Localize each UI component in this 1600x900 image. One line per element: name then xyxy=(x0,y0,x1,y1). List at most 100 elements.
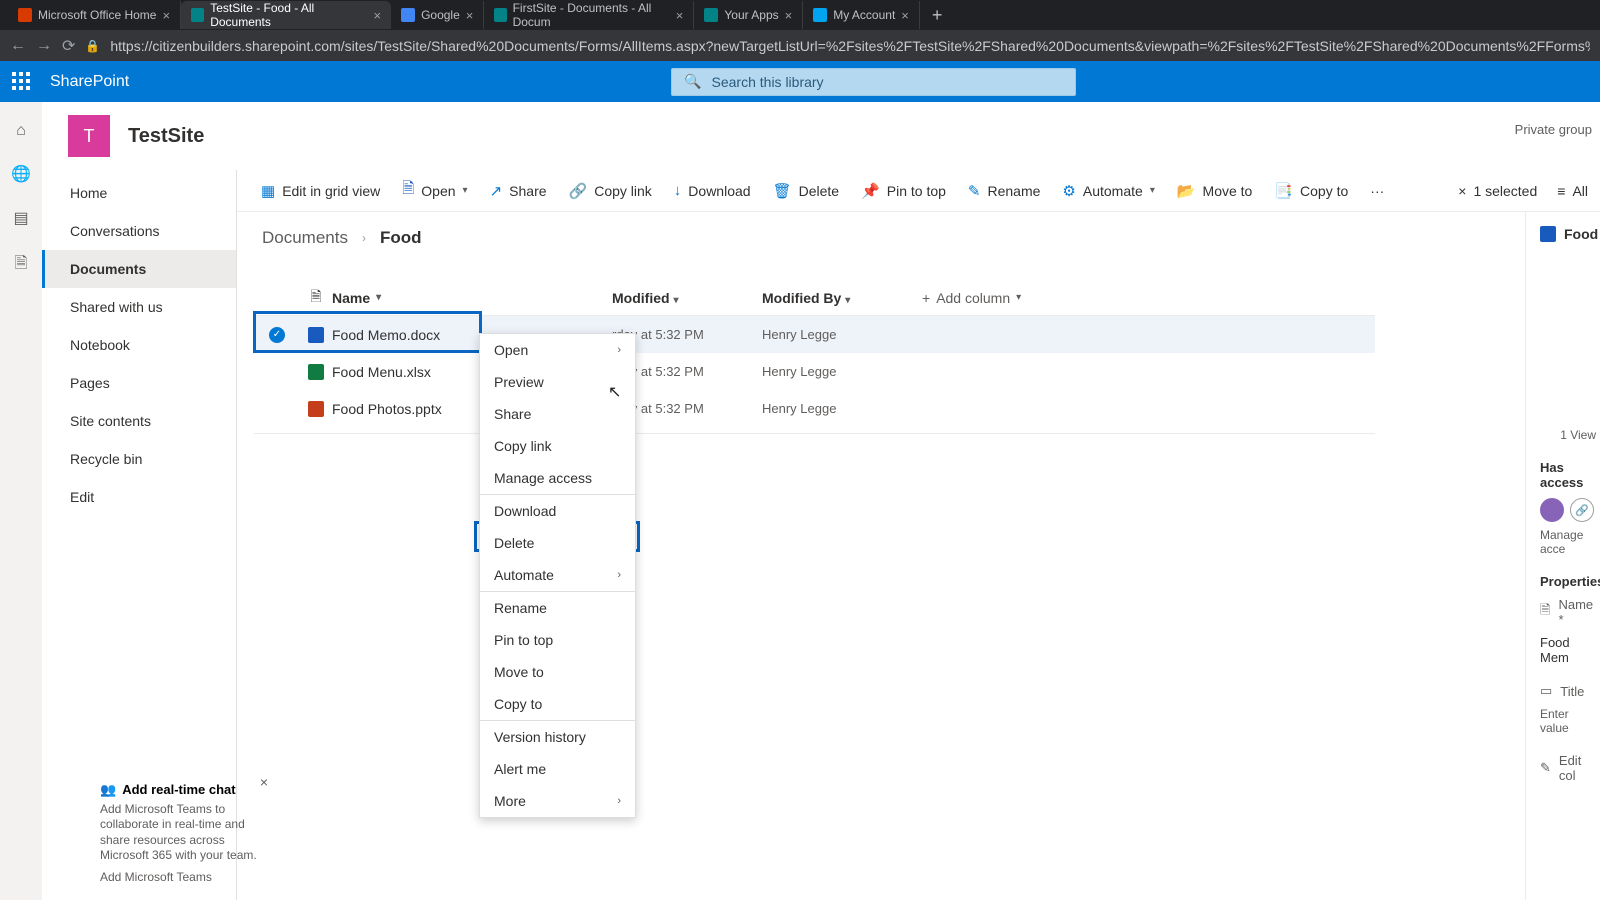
left-rail: ⌂ 🌐 ▤ 🗎 xyxy=(0,102,42,900)
ctx-copylink[interactable]: Copy link xyxy=(480,430,635,462)
view-all-button[interactable]: ≡ All xyxy=(1557,183,1588,199)
share-icon: ↗ xyxy=(490,182,503,200)
ctx-move[interactable]: Move to xyxy=(480,656,635,688)
table-row[interactable]: ✓ Food Memo.docx rday at 5:32 PM Henry L… xyxy=(254,316,1375,353)
ctx-version[interactable]: Version history xyxy=(480,721,635,753)
tab-office[interactable]: Microsoft Office Home × xyxy=(8,1,181,29)
more-button[interactable]: ··· xyxy=(1370,183,1384,199)
grid-icon: ▦ xyxy=(261,182,275,200)
ctx-pin[interactable]: Pin to top xyxy=(480,624,635,656)
search-input[interactable]: 🔍 Search this library xyxy=(671,68,1076,96)
table-row[interactable]: Food Photos.pptx rday at 5:32 PM Henry L… xyxy=(254,390,1375,427)
search-placeholder: Search this library xyxy=(712,74,824,90)
ctx-open[interactable]: Open› xyxy=(480,334,635,366)
nav-sitecontents[interactable]: Site contents xyxy=(42,402,236,440)
automate-button[interactable]: ⚙Automate ▾ xyxy=(1062,182,1154,200)
chevron-right-icon: › xyxy=(617,795,621,807)
tab-label: Microsoft Office Home xyxy=(38,8,156,22)
news-icon[interactable]: ▤ xyxy=(13,208,28,228)
ctx-rename[interactable]: Rename xyxy=(480,592,635,624)
manage-access-link[interactable]: Manage acce xyxy=(1540,528,1600,556)
close-icon[interactable]: × xyxy=(1458,183,1466,199)
col-modified[interactable]: Modified ▾ xyxy=(612,290,762,306)
add-teams-link[interactable]: Add Microsoft Teams xyxy=(100,870,212,884)
site-title[interactable]: TestSite xyxy=(128,125,204,148)
ctx-automate[interactable]: Automate› xyxy=(480,559,635,591)
ctx-preview[interactable]: Preview xyxy=(480,366,635,398)
pin-button[interactable]: 📌Pin to top xyxy=(861,182,946,200)
move-to-button[interactable]: 📂Move to xyxy=(1177,182,1253,200)
nav-conversations[interactable]: Conversations xyxy=(42,212,236,250)
nav-pages[interactable]: Pages xyxy=(42,364,236,402)
ctx-more[interactable]: More› xyxy=(480,785,635,817)
plus-icon: + xyxy=(922,290,930,306)
app-launcher-icon[interactable] xyxy=(12,72,32,92)
tab-myaccount[interactable]: My Account× xyxy=(803,1,920,29)
close-icon[interactable]: × xyxy=(901,8,909,23)
nav-notebook[interactable]: Notebook xyxy=(42,326,236,364)
site-logo[interactable]: T xyxy=(68,115,110,157)
reload-icon[interactable]: ⟳ xyxy=(62,36,75,56)
open-button[interactable]: 🗎Open ▾ xyxy=(402,178,467,203)
add-column-button[interactable]: +Add column ▾ xyxy=(922,290,1021,306)
avatar[interactable] xyxy=(1540,498,1564,522)
edit-grid-button[interactable]: ▦Edit in grid view xyxy=(261,182,380,200)
delete-button[interactable]: 🗑Delete xyxy=(773,182,840,200)
home-icon[interactable]: ⌂ xyxy=(16,122,26,140)
close-icon[interactable]: × xyxy=(785,8,793,23)
rename-button[interactable]: ✎Rename xyxy=(968,182,1041,200)
files-icon[interactable]: 🗎 xyxy=(15,252,28,279)
nav-documents[interactable]: Documents xyxy=(42,250,236,288)
tab-yourapps[interactable]: Your Apps× xyxy=(694,1,803,29)
table-row[interactable]: Food Menu.xlsx rday at 5:32 PM Henry Leg… xyxy=(254,353,1375,390)
selection-count[interactable]: × 1 selected xyxy=(1458,183,1537,199)
close-icon[interactable]: × xyxy=(260,774,268,790)
col-name[interactable]: Name▾ xyxy=(332,290,612,306)
context-menu: Open› Preview Share Copy link Manage acc… xyxy=(479,333,636,818)
rename-icon: ✎ xyxy=(968,182,981,200)
close-icon[interactable]: × xyxy=(676,8,684,23)
copy-link-button[interactable]: 🔗Copy link xyxy=(569,182,652,200)
edit-columns-link[interactable]: Edit col xyxy=(1559,753,1600,783)
download-button[interactable]: ↓Download xyxy=(674,182,751,199)
ctx-copy[interactable]: Copy to xyxy=(480,688,635,720)
ctx-share[interactable]: Share xyxy=(480,398,635,430)
move-icon: 📂 xyxy=(1177,182,1196,200)
flow-icon: ⚙ xyxy=(1062,182,1075,200)
col-modified-by[interactable]: Modified By ▾ xyxy=(762,290,922,306)
nav-recyclebin[interactable]: Recycle bin xyxy=(42,440,236,478)
row-selected-icon[interactable]: ✓ xyxy=(269,327,285,343)
title-placeholder[interactable]: Enter value xyxy=(1540,707,1600,735)
file-modified-by[interactable]: Henry Legge xyxy=(762,401,922,416)
copy-to-button[interactable]: 📑Copy to xyxy=(1274,182,1348,200)
share-button[interactable]: ↗Share xyxy=(490,182,547,200)
nav-home[interactable]: Home xyxy=(42,174,236,212)
tab-testsite[interactable]: TestSite - Food - All Documents× xyxy=(181,1,391,29)
file-modified-by[interactable]: Henry Legge xyxy=(762,364,922,379)
ctx-manage-access[interactable]: Manage access xyxy=(480,462,635,494)
forward-icon[interactable]: → xyxy=(36,37,52,55)
tab-firstsite[interactable]: FirstSite - Documents - All Docum× xyxy=(484,1,694,29)
close-icon[interactable]: × xyxy=(162,8,170,23)
ctx-delete[interactable]: Delete xyxy=(480,527,635,559)
tag-icon: ▭ xyxy=(1540,683,1552,699)
url-text[interactable]: https://citizenbuilders.sharepoint.com/s… xyxy=(110,38,1590,54)
tab-google[interactable]: Google× xyxy=(391,1,484,29)
ctx-alert[interactable]: Alert me xyxy=(480,753,635,785)
address-bar: ← → ⟳ 🔒 https://citizenbuilders.sharepoi… xyxy=(0,30,1600,61)
app-name[interactable]: SharePoint xyxy=(50,73,129,91)
back-icon[interactable]: ← xyxy=(10,37,26,55)
ctx-download[interactable]: Download xyxy=(480,495,635,527)
tab-add-button[interactable]: + xyxy=(920,5,955,26)
file-modified-by[interactable]: Henry Legge xyxy=(762,327,922,342)
breadcrumb-root[interactable]: Documents xyxy=(262,228,348,248)
link-icon[interactable]: 🔗 xyxy=(1570,498,1594,522)
nav-shared[interactable]: Shared with us xyxy=(42,288,236,326)
close-icon[interactable]: × xyxy=(466,8,474,23)
nav-edit[interactable]: Edit xyxy=(42,478,236,516)
close-icon[interactable]: × xyxy=(373,8,381,23)
name-value[interactable]: Food Mem xyxy=(1540,635,1600,665)
globe-icon[interactable]: 🌐 xyxy=(11,164,31,184)
file-type-icon[interactable]: 🗎 xyxy=(300,286,332,310)
chat-card-title: Add real-time chat xyxy=(122,782,235,797)
